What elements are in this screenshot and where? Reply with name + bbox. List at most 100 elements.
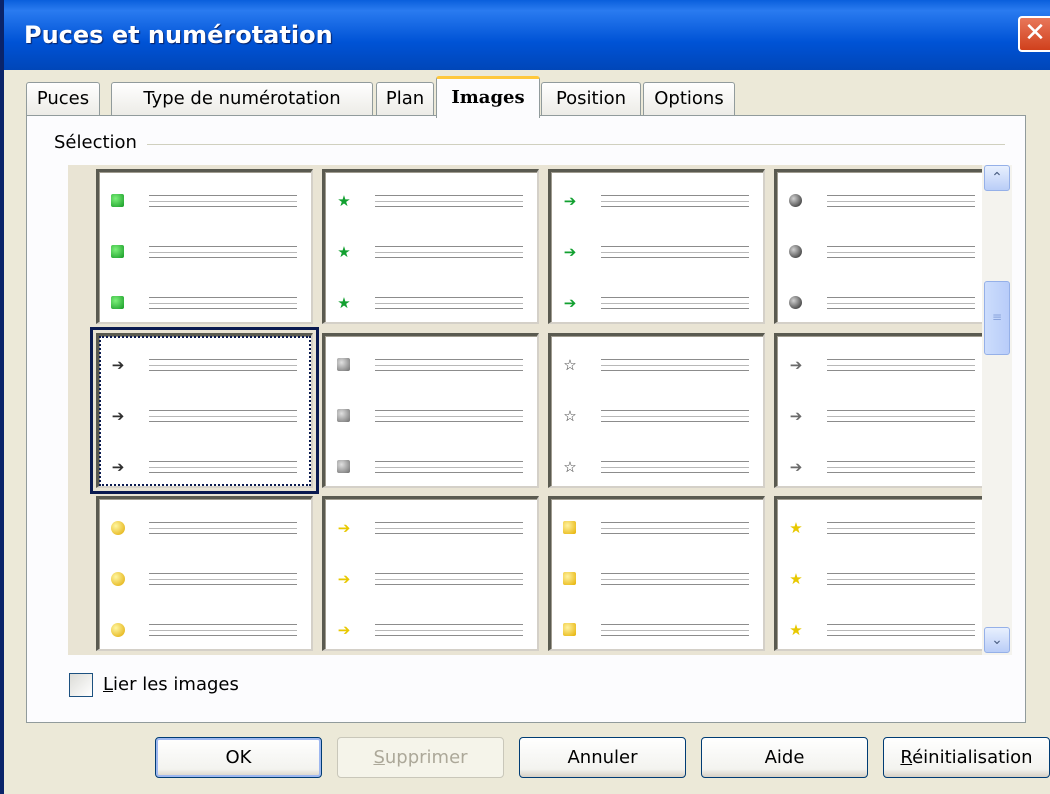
- preview-line: ➔: [325, 519, 537, 539]
- scroll-up-button[interactable]: ⌃: [984, 165, 1010, 191]
- preview-line: [99, 243, 311, 263]
- placeholder-text-lines: [149, 297, 297, 309]
- close-button[interactable]: ✕: [1018, 16, 1050, 52]
- green-star-icon: ★: [337, 192, 351, 210]
- black-arrow-icon: ➔: [111, 407, 125, 425]
- preview-line: ☆: [551, 458, 763, 478]
- yellow-ball-icon: [111, 572, 125, 586]
- preview-line: ➔: [551, 192, 763, 212]
- bullet-option-gray-square[interactable]: [322, 333, 539, 488]
- bullet-option-green-star[interactable]: ★ ★ ★: [322, 169, 539, 324]
- placeholder-text-lines: [149, 246, 297, 258]
- placeholder-text-lines: [601, 624, 749, 636]
- cancel-button[interactable]: Annuler: [519, 737, 686, 778]
- vertical-scrollbar[interactable]: ⌃ ≡ ⌄: [982, 165, 1012, 655]
- preview-line: ➔: [99, 356, 311, 376]
- link-images-label[interactable]: Lier les images: [103, 673, 239, 697]
- delete-button[interactable]: Supprimer: [337, 737, 504, 778]
- placeholder-text-lines: [601, 573, 749, 585]
- placeholder-text-lines: [827, 410, 975, 422]
- bullet-option-black-arrow[interactable]: ➔ ➔ ➔: [90, 327, 319, 494]
- green-arrow-icon: ➔: [563, 192, 577, 210]
- placeholder-text-lines: [827, 246, 975, 258]
- close-icon: ✕: [1024, 18, 1046, 48]
- preview-line: ➔: [325, 570, 537, 590]
- gray-square-icon: [337, 409, 350, 422]
- yellow-arrow-icon: ➔: [337, 621, 351, 639]
- preview-line: [551, 570, 763, 590]
- preview-line: ➔: [551, 243, 763, 263]
- yellow-ball-icon: [111, 521, 125, 535]
- preview-line: [325, 407, 537, 427]
- black-star-icon: ☆: [563, 407, 577, 425]
- tab-plan[interactable]: Plan: [376, 82, 434, 116]
- placeholder-text-lines: [375, 624, 523, 636]
- chevron-up-icon: ⌃: [991, 170, 1003, 186]
- preview-line: ★: [325, 243, 537, 263]
- bullet-option-yellow-ball[interactable]: [96, 496, 313, 651]
- preview-line: ★: [777, 570, 989, 590]
- preview-line: ➔: [777, 356, 989, 376]
- bullet-option-yellow-star[interactable]: ★ ★ ★: [774, 496, 991, 651]
- preview-line: ➔: [325, 621, 537, 641]
- tab-puces[interactable]: Puces: [26, 82, 100, 116]
- placeholder-text-lines: [375, 573, 523, 585]
- bullet-option-black-star[interactable]: ☆ ☆ ☆: [548, 333, 765, 488]
- gray-ball-icon: [789, 296, 802, 309]
- green-square-icon: [111, 245, 124, 258]
- tab-options[interactable]: Options: [643, 82, 735, 116]
- chevron-down-icon: ⌄: [991, 632, 1003, 648]
- bullet-option-yellow-square[interactable]: [548, 496, 765, 651]
- green-star-icon: ★: [337, 294, 351, 312]
- preview-line: [99, 192, 311, 212]
- ok-button[interactable]: OK: [155, 737, 322, 778]
- bullet-option-yellow-arrow[interactable]: ➔ ➔ ➔: [322, 496, 539, 651]
- gray-square-icon: [337, 358, 350, 371]
- gray-square-icon: [337, 460, 350, 473]
- placeholder-text-lines: [601, 195, 749, 207]
- placeholder-text-lines: [827, 359, 975, 371]
- green-arrow-icon: ➔: [563, 243, 577, 261]
- black-arrow-icon: ➔: [111, 356, 125, 374]
- preview-line: [777, 294, 989, 314]
- black-arrow-icon: ➔: [111, 458, 125, 476]
- placeholder-text-lines: [375, 195, 523, 207]
- bullet-option-green-square[interactable]: [96, 169, 313, 324]
- bullet-option-gray-ball[interactable]: [774, 169, 991, 324]
- placeholder-text-lines: [827, 522, 975, 534]
- yellow-star-icon: ★: [789, 519, 803, 537]
- bullet-option-gray-arrow[interactable]: ➔ ➔ ➔: [774, 333, 991, 488]
- link-images-checkbox[interactable]: [69, 673, 93, 697]
- placeholder-text-lines: [149, 624, 297, 636]
- preview-line: [777, 243, 989, 263]
- preview-line: ➔: [777, 407, 989, 427]
- tab-position[interactable]: Position: [541, 82, 641, 116]
- yellow-square-icon: [563, 623, 576, 636]
- tab-images[interactable]: Images: [436, 76, 540, 118]
- preview-line: ★: [325, 294, 537, 314]
- preview-line: [99, 519, 311, 539]
- placeholder-text-lines: [149, 359, 297, 371]
- help-button[interactable]: Aide: [701, 737, 868, 778]
- yellow-square-icon: [563, 521, 576, 534]
- placeholder-text-lines: [375, 410, 523, 422]
- tab-panel-images: Sélection ★ ★ ★ ➔ ➔ ➔ ➔ ➔ ➔ ☆ ☆ ☆ ➔ ➔ ➔ ➔ ➔ ➔ ★ ★ ★ ⌃ ≡ ⌄ Li…: [26, 115, 1026, 723]
- gray-arrow-icon: ➔: [789, 407, 803, 425]
- yellow-star-icon: ★: [789, 570, 803, 588]
- tab-type-de-numerotation[interactable]: Type de numérotation: [111, 82, 373, 116]
- placeholder-text-lines: [375, 297, 523, 309]
- reset-button[interactable]: Réinitialisation: [883, 737, 1050, 778]
- preview-line: [99, 570, 311, 590]
- scroll-thumb[interactable]: ≡: [984, 281, 1010, 355]
- preview-line: ☆: [551, 407, 763, 427]
- black-star-icon: ☆: [563, 356, 577, 374]
- selection-group-label: Sélection: [54, 132, 147, 153]
- green-square-icon: [111, 296, 124, 309]
- placeholder-text-lines: [827, 624, 975, 636]
- bullet-option-green-arrow[interactable]: ➔ ➔ ➔: [548, 169, 765, 324]
- scroll-down-button[interactable]: ⌄: [984, 627, 1010, 653]
- preview-line: [551, 519, 763, 539]
- title-bar[interactable]: Puces et numérotation ✕: [4, 0, 1050, 70]
- yellow-square-icon: [563, 572, 576, 585]
- placeholder-text-lines: [375, 522, 523, 534]
